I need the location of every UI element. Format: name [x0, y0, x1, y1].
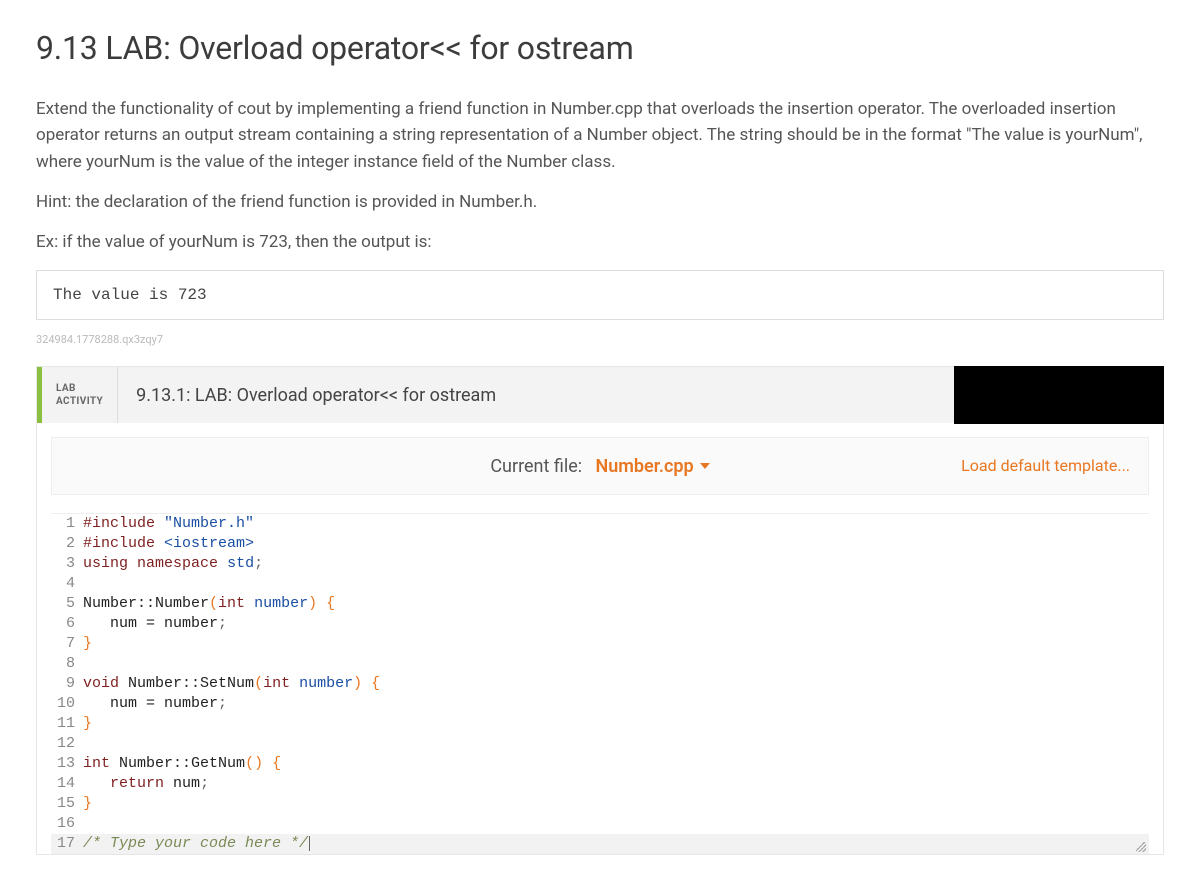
- line-number: 6: [51, 614, 83, 634]
- line-number: 15: [51, 794, 83, 814]
- code-content[interactable]: [83, 814, 1149, 834]
- code-content[interactable]: }: [83, 714, 1149, 734]
- code-line[interactable]: 7}: [51, 634, 1149, 654]
- line-number: 16: [51, 814, 83, 834]
- line-number: 10: [51, 694, 83, 714]
- page-title: 9.13 LAB: Overload operator<< for ostrea…: [36, 24, 1164, 72]
- activity-kind-label: LAB ACTIVITY: [42, 367, 118, 423]
- line-number: 9: [51, 674, 83, 694]
- activity-kind-line1: LAB: [56, 382, 103, 395]
- code-content[interactable]: #include "Number.h": [83, 514, 1149, 534]
- code-line[interactable]: 11}: [51, 714, 1149, 734]
- description-paragraph-2: Hint: the declaration of the friend func…: [36, 189, 1164, 215]
- code-content[interactable]: #include <iostream>: [83, 534, 1149, 554]
- line-number: 7: [51, 634, 83, 654]
- line-number: 13: [51, 754, 83, 774]
- current-file-label: Current file:: [490, 456, 582, 477]
- code-line[interactable]: 9void Number::SetNum(int number) {: [51, 674, 1149, 694]
- activity-title: 9.13.1: LAB: Overload operator<< for ost…: [118, 367, 954, 423]
- activity-header: LAB ACTIVITY 9.13.1: LAB: Overload opera…: [37, 367, 1163, 423]
- lab-activity-card: LAB ACTIVITY 9.13.1: LAB: Overload opera…: [36, 366, 1164, 855]
- file-toolbar: Current file: Number.cpp Load default te…: [51, 437, 1149, 495]
- activity-kind-line2: ACTIVITY: [56, 395, 103, 408]
- code-line[interactable]: 8: [51, 654, 1149, 674]
- code-line[interactable]: 13int Number::GetNum() {: [51, 754, 1149, 774]
- code-content[interactable]: }: [83, 634, 1149, 654]
- line-number: 4: [51, 574, 83, 594]
- code-content[interactable]: void Number::SetNum(int number) {: [83, 674, 1149, 694]
- line-number: 5: [51, 594, 83, 614]
- code-line[interactable]: 15}: [51, 794, 1149, 814]
- line-number: 8: [51, 654, 83, 674]
- code-content[interactable]: /* Type your code here */: [83, 834, 1149, 854]
- activity-body: Current file: Number.cpp Load default te…: [37, 423, 1163, 854]
- description-paragraph-3: Ex: if the value of yourNum is 723, then…: [36, 229, 1164, 255]
- text-cursor: [309, 836, 310, 851]
- example-output: The value is 723: [36, 270, 1164, 320]
- line-number: 17: [51, 834, 83, 854]
- code-content[interactable]: }: [83, 794, 1149, 814]
- code-editor[interactable]: 1#include "Number.h"2#include <iostream>…: [51, 513, 1149, 854]
- code-line[interactable]: 14 return num;: [51, 774, 1149, 794]
- line-number: 3: [51, 554, 83, 574]
- code-content[interactable]: num = number;: [83, 694, 1149, 714]
- line-number: 1: [51, 514, 83, 534]
- chevron-down-icon: [700, 463, 710, 469]
- line-number: 14: [51, 774, 83, 794]
- code-content[interactable]: using namespace std;: [83, 554, 1149, 574]
- code-line[interactable]: 2#include <iostream>: [51, 534, 1149, 554]
- code-content[interactable]: return num;: [83, 774, 1149, 794]
- code-content[interactable]: [83, 574, 1149, 594]
- line-number: 2: [51, 534, 83, 554]
- code-content[interactable]: int Number::GetNum() {: [83, 754, 1149, 774]
- code-line[interactable]: 1#include "Number.h": [51, 514, 1149, 534]
- line-number: 11: [51, 714, 83, 734]
- resize-grip-icon[interactable]: [1136, 842, 1146, 852]
- code-line[interactable]: 10 num = number;: [51, 694, 1149, 714]
- code-content[interactable]: num = number;: [83, 614, 1149, 634]
- line-number: 12: [51, 734, 83, 754]
- current-file-name: Number.cpp: [596, 453, 694, 480]
- code-line[interactable]: 6 num = number;: [51, 614, 1149, 634]
- seed-id: 324984.1778288.qx3zqy7: [36, 332, 1164, 349]
- code-line[interactable]: 4: [51, 574, 1149, 594]
- code-line[interactable]: 5Number::Number(int number) {: [51, 594, 1149, 614]
- code-content[interactable]: Number::Number(int number) {: [83, 594, 1149, 614]
- code-content[interactable]: [83, 654, 1149, 674]
- activity-score-box: [954, 366, 1164, 424]
- code-line[interactable]: 12: [51, 734, 1149, 754]
- code-line[interactable]: 17/* Type your code here */: [51, 834, 1149, 854]
- load-default-template-link[interactable]: Load default template...: [961, 456, 1130, 475]
- code-line[interactable]: 16: [51, 814, 1149, 834]
- description-paragraph-1: Extend the functionality of cout by impl…: [36, 96, 1164, 175]
- code-line[interactable]: 3using namespace std;: [51, 554, 1149, 574]
- code-content[interactable]: [83, 734, 1149, 754]
- file-selector[interactable]: Number.cpp: [596, 453, 710, 480]
